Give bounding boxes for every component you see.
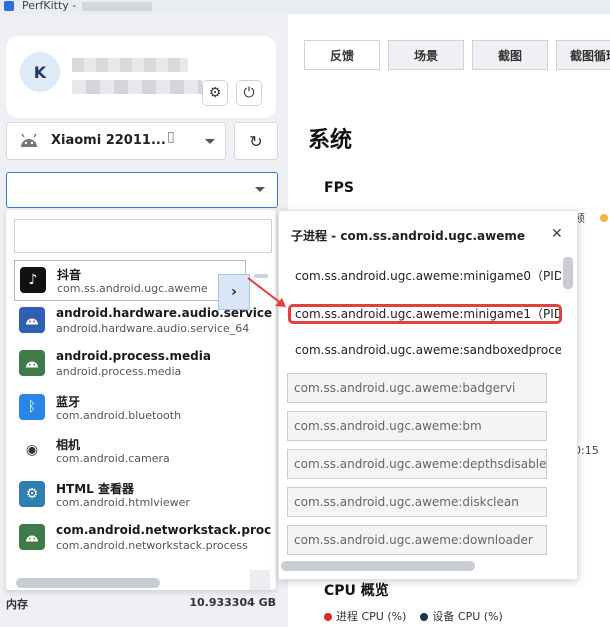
app-package: com.android.htmlviewer [56,495,190,509]
subprocess-item[interactable]: com.ss.android.ugc.aweme:diskclean [287,487,547,517]
device-select[interactable]: Xiaomi 22011... ▯ [6,122,226,160]
cpu-overview-title: CPU 概览 [324,583,389,599]
popover-title: 子进程 - com.ss.android.ugc.aweme [291,229,526,243]
chevron-right-icon: › [231,284,237,300]
app-package: com.android.camera [56,452,170,466]
app-search-input[interactable] [14,219,272,253]
tab-feedback[interactable]: 反馈 [304,40,380,70]
app-name: HTML 查看器 [56,481,134,496]
highlight-box [288,304,562,324]
usb-icon: ▯ [167,129,175,145]
scrollbar-horizontal[interactable] [16,578,160,588]
cpu-legend: 进程 CPU (%) 设备 CPU (%) [324,608,503,624]
legend-dot [420,613,429,621]
legend-label: 进程 CPU (%) [336,610,407,623]
scrollbar-vertical[interactable] [563,257,573,289]
list-item[interactable]: ◉ 相机 com.android.camera [14,431,276,474]
power-icon: ⏻ [243,85,255,101]
list-item[interactable]: ♪ 抖音 com.ss.android.ugc.aweme [14,260,246,301]
list-item[interactable]: android.process.media android.process.med… [14,344,276,387]
app-package: com.android.bluetooth [56,408,182,422]
scrollbar-horizontal[interactable] [281,561,475,571]
chevron-down-icon [255,187,265,192]
app-name: com.android.networkstack.proc [56,522,272,537]
fps-legend-dot [600,214,608,222]
annotation-arrow-icon [247,277,286,307]
tab-screenshot[interactable]: 截图 [472,40,548,70]
list-item[interactable]: ⚙ HTML 查看器 com.android.htmlviewer [14,475,276,518]
refresh-button[interactable]: ↻ [234,122,278,160]
subprocess-item[interactable]: com.ss.android.ugc.aweme:depthsdisable_a… [287,449,547,479]
logout-button[interactable]: ⏻ [236,80,262,106]
gear-icon: ⚙ [19,480,45,507]
redacted-title-text [82,2,152,11]
close-icon[interactable]: ✕ [551,226,563,242]
user-card: K ⚙ ⏻ [6,36,276,118]
redacted-username [72,58,188,72]
subprocess-item[interactable]: com.ss.android.ugc.aweme:minigame0（PID 1 [295,267,561,284]
android-icon [19,523,45,550]
gear-icon: ⚙ [208,85,222,101]
app-select[interactable] [6,172,278,208]
chevron-down-icon [205,139,215,144]
app-name: 抖音 [57,268,82,282]
legend-dot [324,613,332,621]
subprocess-item[interactable]: com.ss.android.ugc.aweme:bm [287,411,547,441]
app-name: android.process.media [56,349,211,364]
app-name: 相机 [56,438,81,453]
app-package: android.process.media [56,365,182,379]
stat-label: 内存 [6,598,28,611]
legend-label: 设备 CPU (%) [432,610,503,623]
stat-row-memory: 内存 10.933304 GB [6,596,278,612]
device-name: Xiaomi 22011... [51,133,166,148]
settings-button[interactable]: ⚙ [202,80,228,106]
subprocess-item[interactable]: com.ss.android.ugc.aweme:badgervi [287,373,547,403]
page-title: 系统 [308,128,353,153]
tab-scene[interactable]: 场景 [388,40,464,70]
list-item[interactable]: com.android.networkstack.proc com.android… [14,518,276,561]
subprocess-popover: 子进程 - com.ss.android.ugc.aweme ✕ com.ss.… [278,210,578,580]
window-title: PerfKitty - [22,0,77,12]
app-package: com.ss.android.ugc.aweme [57,282,208,295]
android-icon [21,133,37,147]
app-dropdown: ♪ 抖音 com.ss.android.ugc.aweme android.hardw… [6,210,276,590]
app-package: com.android.networkstack.process [56,538,248,552]
fps-title: FPS [324,180,354,196]
app-package: android.hardware.audio.service_64 [56,322,250,335]
camera-icon: ◉ [19,437,45,464]
stat-value: 10.933304 GB [189,596,276,609]
refresh-icon: ↻ [249,131,263,151]
avatar: K [20,52,60,92]
subprocess-item[interactable]: com.ss.android.ugc.aweme:sandboxedproces… [295,343,561,357]
tab-screenshot-loop[interactable]: 截图循环 [556,40,610,70]
scroll-corner [250,570,270,590]
android-icon [19,307,45,333]
app-name: 蓝牙 [56,394,81,409]
app-logo-icon [4,1,14,11]
redacted-user-id [72,80,202,94]
window-titlebar: PerfKitty - [0,0,610,14]
bluetooth-icon: ᛒ [19,393,45,420]
list-item[interactable]: ᛒ 蓝牙 com.android.bluetooth [14,388,276,431]
tiktok-icon: ♪ [20,267,46,293]
android-icon [19,350,45,377]
subprocess-item[interactable]: com.ss.android.ugc.aweme:downloader [287,525,547,555]
left-panel: K ⚙ ⏻ Xiaomi 22011... ▯ ↻ ♪ 抖音 com.ss.andr… [0,14,288,627]
